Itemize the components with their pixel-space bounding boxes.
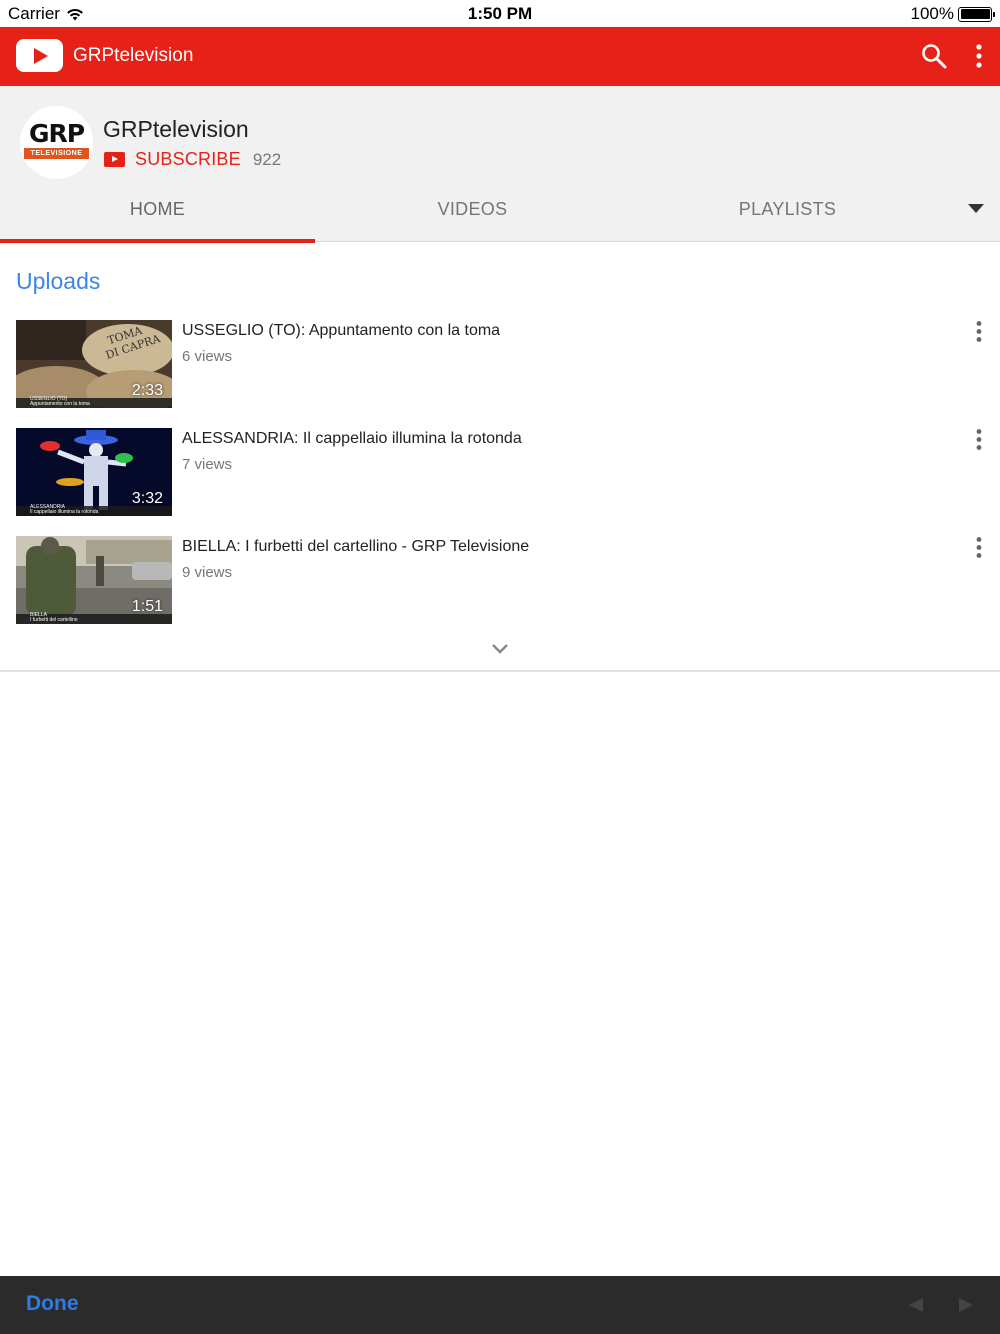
video-thumbnail[interactable]: BIELLA I furbetti del cartellino 1:51	[16, 536, 172, 624]
more-vert-icon[interactable]	[972, 320, 986, 344]
avatar-logo-subtext: TELEVISIONE	[24, 148, 89, 159]
thumb-caption-line-2: Appuntamento con la toma	[30, 401, 90, 407]
tab-home-label: HOME	[129, 199, 186, 219]
tab-home[interactable]: HOME	[0, 190, 315, 242]
video-views: 6 views	[182, 348, 233, 365]
back-arrow-icon[interactable]	[908, 1298, 924, 1312]
video-list-item[interactable]: TOMA DI CAPRA USSEGLIO (TO) Appuntamento …	[0, 320, 1000, 408]
uploads-section-title[interactable]: Uploads	[16, 268, 100, 295]
more-vert-icon[interactable]	[972, 428, 986, 452]
tab-playlists-label: PLAYLISTS	[738, 199, 837, 219]
thumb-caption-line-2: I furbetti del cartellino	[30, 617, 78, 623]
battery-percent: 100%	[910, 4, 954, 23]
tab-videos-label: VIDEOS	[437, 199, 508, 219]
section-divider	[0, 670, 1000, 672]
channel-tabs: HOME VIDEOS PLAYLISTS	[0, 190, 1000, 243]
tab-videos[interactable]: VIDEOS	[315, 190, 630, 242]
tab-playlists[interactable]: PLAYLISTS	[630, 190, 945, 242]
thumb-caption: BIELLA I furbetti del cartellino	[30, 613, 78, 623]
video-list-item[interactable]: ALESSANDRIA Il cappellaio illumina la rot…	[0, 428, 1000, 516]
subscriber-count: 922	[252, 149, 282, 169]
done-button[interactable]: Done	[26, 1292, 79, 1316]
search-icon[interactable]	[920, 42, 948, 70]
app-bar: GRPtelevision	[0, 27, 1000, 86]
video-views: 9 views	[182, 564, 233, 581]
video-duration: 2:33	[131, 382, 163, 399]
app-bar-title: GRPtelevision	[73, 45, 194, 66]
bottom-toolbar: Done	[0, 1276, 1000, 1334]
battery-indicator: 100%	[910, 4, 995, 24]
video-thumbnail[interactable]: TOMA DI CAPRA USSEGLIO (TO) Appuntamento …	[16, 320, 172, 408]
channel-header: GRP TELEVISIONE GRPtelevision SUBSCRIBE …	[0, 86, 1000, 243]
status-time: 1:50 PM	[467, 4, 533, 23]
status-bar: Carrier 1:50 PM 100%	[0, 0, 1000, 27]
avatar-logo-text: GRP	[28, 119, 85, 148]
battery-icon	[958, 6, 995, 22]
video-list-item[interactable]: BIELLA I furbetti del cartellino 1:51 BIE…	[0, 536, 1000, 624]
youtube-channel-page: Carrier 1:50 PM 100% GRPtelevision GRP T…	[0, 0, 1000, 1334]
video-title[interactable]: ALESSANDRIA: Il cappellaio illumina la r…	[182, 430, 522, 448]
video-views: 7 views	[182, 456, 233, 473]
caret-down-icon[interactable]	[968, 204, 984, 214]
video-title[interactable]: USSEGLIO (TO): Appuntamento con la toma	[182, 322, 500, 340]
channel-name: GRPtelevision	[103, 116, 249, 142]
subscribe-button[interactable]: SUBSCRIBE 922	[104, 149, 281, 170]
youtube-logo-icon[interactable]	[16, 39, 63, 72]
channel-avatar[interactable]: GRP TELEVISIONE	[20, 106, 93, 179]
youtube-play-icon	[104, 152, 125, 167]
more-vert-icon[interactable]	[972, 536, 986, 560]
chevron-down-icon[interactable]	[491, 643, 509, 655]
thumb-caption: ALESSANDRIA Il cappellaio illumina la rot…	[30, 505, 98, 515]
forward-arrow-icon[interactable]	[958, 1298, 974, 1312]
video-thumbnail[interactable]: ALESSANDRIA Il cappellaio illumina la rot…	[16, 428, 172, 516]
active-tab-indicator	[0, 239, 315, 243]
subscribe-label: SUBSCRIBE	[135, 149, 241, 169]
video-title[interactable]: BIELLA: I furbetti del cartellino - GRP …	[182, 538, 529, 556]
thumb-caption-line-2: Il cappellaio illumina la rotonda	[30, 509, 99, 515]
more-vert-icon[interactable]	[970, 43, 988, 69]
video-duration: 1:51	[131, 598, 163, 615]
thumb-caption: USSEGLIO (TO) Appuntamento con la toma	[30, 397, 90, 407]
video-duration: 3:32	[131, 490, 163, 507]
